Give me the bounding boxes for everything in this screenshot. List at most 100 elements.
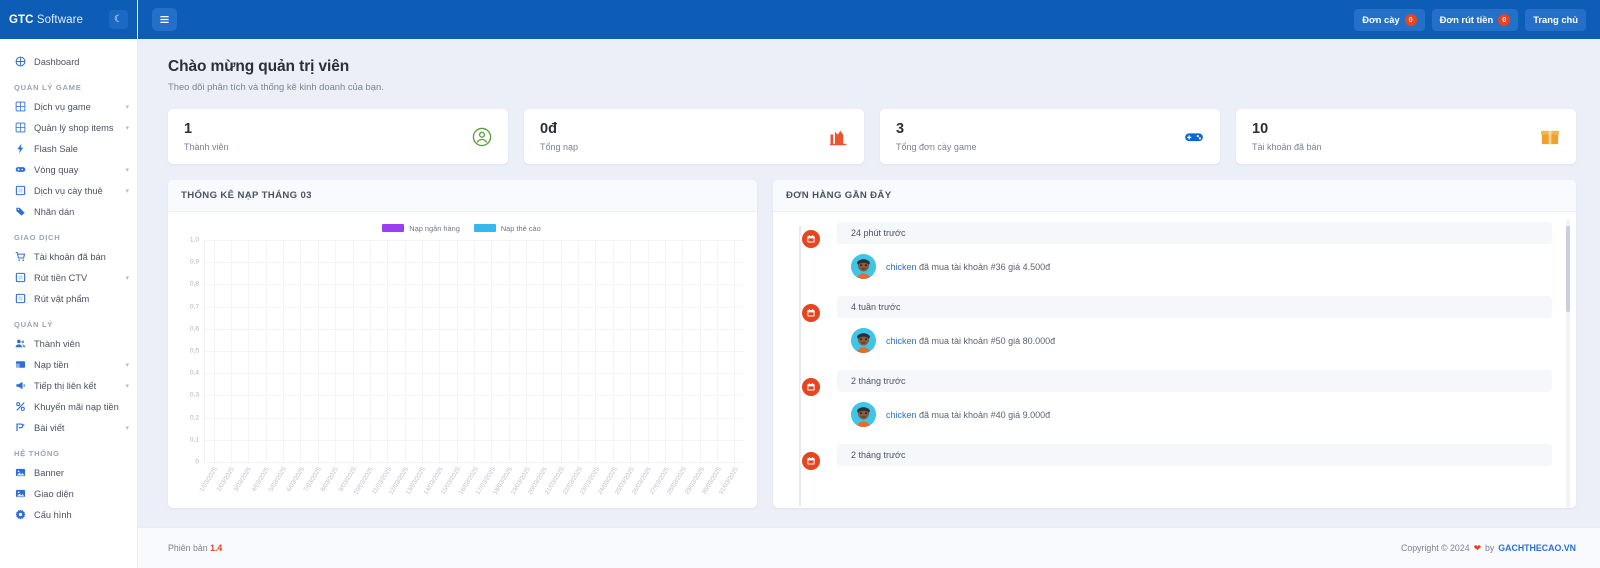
sidebar-item-r-t-v-t-ph-m[interactable]: Rút vật phẩm xyxy=(0,288,137,309)
sidebar-item-giao-di-n[interactable]: Giao diện xyxy=(0,483,137,504)
chart-gridline-vertical xyxy=(682,240,684,462)
sidebar-item-label: Tài khoản đã bán xyxy=(34,251,106,262)
chart-y-tick-label: 0,3 xyxy=(189,391,199,399)
sidebar-item-t-i-kho-n-b-n[interactable]: Tài khoản đã bán xyxy=(0,246,137,267)
sidebar-item-d-ch-v-c-y-thu[interactable]: Dịch vụ cày thuê ▾ xyxy=(0,180,137,201)
chart-y-tick-label: 1,0 xyxy=(189,236,199,244)
order-row[interactable]: chicken đã mua tài khoản #36 giá 4.500đ xyxy=(837,244,1552,291)
brand-title: GTC Software xyxy=(9,14,83,26)
chart-gridline-vertical xyxy=(699,240,701,462)
order-user-link[interactable]: chicken xyxy=(886,262,917,272)
orders-panel-header: ĐƠN HÀNG GẦN ĐÂY xyxy=(773,180,1576,212)
order-row[interactable]: chicken đã mua tài khoản #50 giá 80.000đ xyxy=(837,318,1552,365)
sidebar-item-khuy-n-m-i-n-p-ti-n[interactable]: Khuyến mãi nạp tiền xyxy=(0,396,137,417)
chart-y-axis: 0 0,1 0,2 0,3 0,4 0,5 0,6 0,7 0,8 0,9 1,0 xyxy=(178,236,202,466)
sidebar-item-b-i-vi-t[interactable]: Bài viết ▾ xyxy=(0,417,137,438)
sidebar-item-label: Rút tiền CTV xyxy=(34,272,88,283)
chevron-down-icon: ▾ xyxy=(125,382,129,390)
gamepad-icon xyxy=(1183,126,1204,147)
chevron-down-icon: ▾ xyxy=(125,103,129,111)
footer-version: Phiên bản 1.4 xyxy=(168,543,222,553)
topbar-button-trang-ch[interactable]: Trang chủ xyxy=(1525,8,1586,31)
chart-icon xyxy=(827,126,848,147)
chart-gridline-vertical xyxy=(595,240,597,462)
chart-y-tick-label: 0,4 xyxy=(189,369,199,377)
orders-scrollbar-thumb[interactable] xyxy=(1566,226,1570,312)
sidebar: GTC Software ☾ Dashboard QUẢN LÝ GAME Dịch… xyxy=(0,0,138,568)
footer-version-label: Phiên bản xyxy=(168,543,211,553)
sidebar-item-label: Dịch vụ game xyxy=(34,101,91,112)
stat-card[interactable]: 3 Tổng đơn cày game xyxy=(880,109,1220,164)
chart-gridline-vertical xyxy=(543,240,545,462)
stat-card[interactable]: 1 Thành viên xyxy=(168,109,508,164)
footer-copyright: Copyright © 2024 ❤ by GACHTHECAO.VN xyxy=(1401,543,1576,554)
chart-plot: 0 0,1 0,2 0,3 0,4 0,5 0,6 0,7 0,8 0,9 1,0 1/03/202… xyxy=(178,236,745,496)
sidebar-item-qu-n-l-shop-items[interactable]: Quản lý shop items ▾ xyxy=(0,117,137,138)
stat-card-text: 10 Tài khoản đã bán xyxy=(1252,121,1322,153)
hamburger-menu-button[interactable] xyxy=(152,8,177,31)
orders-panel-title: ĐƠN HÀNG GẦN ĐÂY xyxy=(786,190,892,201)
topbar: Đơn cày 0 Đơn rút tiền 0 Trang chủ xyxy=(138,0,1600,39)
order-user-link[interactable]: chicken xyxy=(886,410,917,420)
chart-gridline-vertical xyxy=(248,240,250,462)
sidebar-item-nh-n-d-n[interactable]: Nhãn dán xyxy=(0,201,137,222)
sidebar-item-label: Banner xyxy=(34,467,64,478)
chart-gridline-vertical xyxy=(560,240,562,462)
chart-panel-title: THỐNG KÊ NẠP THÁNG 03 xyxy=(181,190,312,201)
order-card: 24 phút trước chicken đã mua tài khoản #3… xyxy=(837,222,1552,291)
topbar-button-n-r-t-ti-n[interactable]: Đơn rút tiền 0 xyxy=(1431,8,1519,31)
orders-scrollbar[interactable] xyxy=(1566,220,1570,508)
chart-gridline-vertical xyxy=(213,240,215,462)
order-user-link[interactable]: chicken xyxy=(886,336,917,346)
order-card: 2 tháng trước chicken đã mua tài khoản #4… xyxy=(837,370,1552,439)
stat-card[interactable]: 0đ Tổng nạp xyxy=(524,109,864,164)
copyright-text: Copyright © 2024 xyxy=(1401,543,1470,553)
order-row[interactable]: chicken đã mua tài khoản #40 giá 9.000đ xyxy=(837,392,1552,439)
main-area: Đơn cày 0 Đơn rút tiền 0 Trang chủ Chào mừng… xyxy=(138,0,1600,568)
chart-gridline-vertical xyxy=(439,240,441,462)
chart-gridline-vertical xyxy=(300,240,302,462)
chart-gridline-vertical xyxy=(578,240,580,462)
square-icon xyxy=(14,293,26,305)
chevron-down-icon: ▾ xyxy=(125,424,129,432)
sidebar-item-label: Rút vật phẩm xyxy=(34,293,90,304)
legend-label: Nạp ngân hàng xyxy=(409,223,460,233)
topbar-button-label: Đơn rút tiền xyxy=(1439,14,1494,25)
theme-toggle-button[interactable]: ☾ xyxy=(109,10,128,29)
sidebar-item-th-nh-vi-n[interactable]: Thành viên xyxy=(0,333,137,354)
order-time: 2 tháng trước xyxy=(837,370,1552,392)
orders-body[interactable]: 24 phút trước chicken đã mua tài khoản #3… xyxy=(773,212,1576,508)
chart-gridline-vertical xyxy=(421,240,423,462)
sidebar-item-label: Tiếp thị liên kết xyxy=(34,380,97,391)
chart-legend-item[interactable]: Nạp thẻ cào xyxy=(473,224,541,233)
chart-gridline-vertical xyxy=(352,240,354,462)
orders-timeline: 24 phút trước chicken đã mua tài khoản #3… xyxy=(773,222,1576,506)
chart-gridline-vertical xyxy=(734,240,736,462)
sidebar-item-ti-p-th-li-n-k-t[interactable]: Tiếp thị liên kết ▾ xyxy=(0,375,137,396)
topbar-button-n-c-y[interactable]: Đơn cày 0 xyxy=(1354,8,1425,31)
chart-gridline-vertical xyxy=(630,240,632,462)
stat-card[interactable]: 10 Tài khoản đã bán xyxy=(1236,109,1576,164)
heart-icon: ❤ xyxy=(1473,542,1481,553)
order-marker xyxy=(800,376,822,398)
sidebar-section-label: GIAO DỊCH xyxy=(14,233,61,242)
sidebar-item-flash-sale[interactable]: Flash Sale xyxy=(0,138,137,159)
sidebar-brand: GTC Software ☾ xyxy=(0,0,137,39)
sidebar-item-v-ng-quay[interactable]: Vòng quay ▾ xyxy=(0,159,137,180)
order-detail-text: đã mua tài khoản #40 giá 9.000đ xyxy=(916,409,1051,420)
sidebar-item-r-t-ti-n-ctv[interactable]: Rút tiền CTV ▾ xyxy=(0,267,137,288)
sidebar-item-n-p-ti-n[interactable]: Nạp tiền ▾ xyxy=(0,354,137,375)
footer-site-link[interactable]: GACHTHECAO.VN xyxy=(1498,543,1576,553)
sidebar-item-banner[interactable]: Banner xyxy=(0,462,137,483)
sidebar-item-d-ch-v-game[interactable]: Dịch vụ game ▾ xyxy=(0,96,137,117)
chart-legend-item[interactable]: Nạp ngân hàng xyxy=(382,224,460,233)
panels-row: THỐNG KÊ NẠP THÁNG 03 Nạp ngân hàng Nạp t… xyxy=(168,180,1576,508)
stat-card-label: Tổng nạp xyxy=(540,142,579,153)
sidebar-item-c-u-h-nh[interactable]: Cấu hình xyxy=(0,504,137,525)
chart-gridline-vertical xyxy=(335,240,337,462)
sidebar-item-dashboard[interactable]: Dashboard xyxy=(0,51,137,72)
chart-gridline-vertical xyxy=(317,240,319,462)
wheel-icon xyxy=(14,164,26,176)
stat-card-text: 1 Thành viên xyxy=(184,121,229,153)
sidebar-item-label: Quản lý shop items xyxy=(34,122,114,133)
